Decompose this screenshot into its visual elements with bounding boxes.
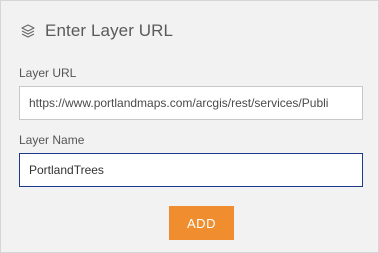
layer-url-label: Layer URL — [19, 66, 77, 80]
panel-title: Enter Layer URL — [45, 21, 174, 40]
add-button[interactable]: ADD — [169, 206, 234, 240]
layer-url-input[interactable] — [19, 86, 363, 120]
layers-icon — [19, 22, 37, 40]
layer-name-label: Layer Name — [19, 133, 85, 147]
enter-layer-url-panel: Enter Layer URL Layer URL Layer Name ADD — [0, 0, 379, 253]
panel-header: Enter Layer URL — [19, 19, 173, 43]
layer-name-input[interactable] — [19, 153, 363, 187]
